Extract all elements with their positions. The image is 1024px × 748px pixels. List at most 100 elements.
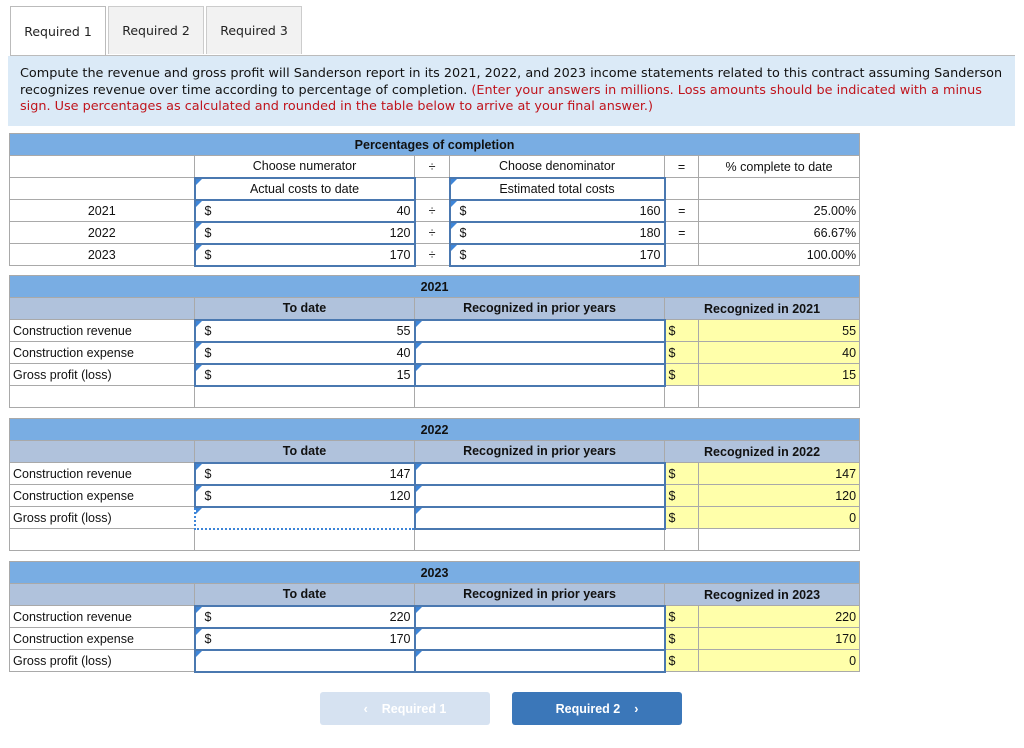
year-2021-table: 2021 To date Recognized in prior years R… bbox=[8, 275, 861, 408]
year-heading: 2021 bbox=[8, 275, 861, 298]
denominator-select[interactable]: Estimated total costs bbox=[448, 176, 666, 201]
completion-row: 2021 $40 ÷ $160 = 25.00% bbox=[9, 198, 861, 223]
currency-symbol: $ bbox=[459, 225, 467, 240]
denominator-input[interactable]: $170 bbox=[448, 242, 666, 267]
currency-symbol: $ bbox=[459, 203, 467, 218]
result-header: % complete to date bbox=[697, 155, 861, 178]
current-value: 0 bbox=[697, 506, 861, 529]
currency-symbol: $ bbox=[664, 649, 699, 672]
to-date-input-focused[interactable] bbox=[193, 505, 416, 530]
percent-complete: 100.00% bbox=[697, 243, 861, 266]
tab-required-3[interactable]: Required 3 bbox=[206, 6, 302, 54]
currency-symbol: $ bbox=[664, 363, 699, 386]
row-label: Construction revenue bbox=[9, 319, 195, 342]
denominator-input[interactable]: $180 bbox=[448, 220, 666, 245]
currency-symbol: $ bbox=[664, 506, 699, 529]
col-to-date: To date bbox=[194, 297, 415, 320]
to-date-input[interactable]: $220 bbox=[193, 604, 416, 629]
next-required-2-button[interactable]: Required 2 › bbox=[512, 692, 682, 725]
divide-symbol: ÷ bbox=[414, 221, 450, 244]
prior-input[interactable] bbox=[413, 318, 666, 343]
year-2022-table: 2022 To date Recognized in prior years R… bbox=[8, 418, 861, 551]
prior-input[interactable] bbox=[413, 604, 666, 629]
table-row: Gross profit (loss) $ 0 bbox=[9, 505, 861, 530]
table-row: Construction expense $120 $ 120 bbox=[9, 483, 861, 508]
currency-symbol: $ bbox=[204, 225, 212, 240]
row-label: Construction revenue bbox=[9, 605, 195, 628]
prior-input[interactable] bbox=[413, 505, 666, 530]
numerator-input[interactable]: $120 bbox=[193, 220, 416, 245]
year-heading: 2022 bbox=[8, 418, 861, 441]
row-label: Construction expense bbox=[9, 341, 195, 364]
divide-symbol: ÷ bbox=[414, 243, 450, 266]
prior-input[interactable] bbox=[413, 461, 666, 486]
chevron-right-icon: › bbox=[634, 701, 639, 716]
prior-input[interactable] bbox=[413, 648, 666, 673]
to-date-input[interactable]: $170 bbox=[193, 626, 416, 651]
completion-table: Percentages of completion Choose numerat… bbox=[8, 133, 861, 267]
numerator-header: Choose numerator bbox=[194, 155, 415, 178]
col-prior: Recognized in prior years bbox=[414, 297, 665, 320]
row-label: Gross profit (loss) bbox=[9, 363, 195, 386]
currency-symbol: $ bbox=[664, 627, 699, 650]
equals-symbol bbox=[664, 243, 699, 266]
year-label: 2023 bbox=[9, 243, 195, 266]
row-label: Construction expense bbox=[9, 627, 195, 650]
currency-symbol: $ bbox=[204, 247, 212, 262]
divide-symbol: ÷ bbox=[414, 199, 450, 222]
equals-symbol: = bbox=[664, 199, 699, 222]
current-value: 147 bbox=[697, 462, 861, 485]
col-prior: Recognized in prior years bbox=[414, 440, 665, 463]
col-current: Recognized in 2022 bbox=[663, 440, 861, 463]
percent-complete: 25.00% bbox=[697, 199, 861, 222]
row-label: Construction expense bbox=[9, 484, 195, 507]
year-2023-table: 2023 To date Recognized in prior years R… bbox=[8, 561, 861, 673]
tab-required-2[interactable]: Required 2 bbox=[108, 6, 204, 54]
divide-symbol: ÷ bbox=[414, 155, 450, 178]
to-date-input[interactable]: $147 bbox=[193, 461, 416, 486]
tab-required-1[interactable]: Required 1 bbox=[10, 6, 106, 56]
table-row: Construction expense $40 $ 40 bbox=[9, 340, 861, 365]
table-row: Gross profit (loss) $ 0 bbox=[9, 648, 861, 673]
completion-row: 2023 $170 ÷ $170 100.00% bbox=[9, 242, 861, 267]
completion-row: 2022 $120 ÷ $180 = 66.67% bbox=[9, 220, 861, 245]
currency-symbol: $ bbox=[664, 605, 699, 628]
prior-input[interactable] bbox=[413, 340, 666, 365]
currency-symbol: $ bbox=[459, 247, 467, 262]
equals-symbol: = bbox=[664, 221, 699, 244]
table-row: Construction revenue $147 $ 147 bbox=[9, 461, 861, 486]
numerator-input[interactable]: $170 bbox=[193, 242, 416, 267]
col-to-date: To date bbox=[194, 440, 415, 463]
table-row: Construction revenue $55 $ 55 bbox=[9, 318, 861, 343]
currency-symbol: $ bbox=[664, 484, 699, 507]
to-date-input[interactable]: $15 bbox=[193, 362, 416, 387]
to-date-input[interactable] bbox=[193, 648, 416, 673]
prior-input[interactable] bbox=[413, 483, 666, 508]
year-label: 2021 bbox=[9, 199, 195, 222]
to-date-input[interactable]: $40 bbox=[193, 340, 416, 365]
table-row: Gross profit (loss) $15 $ 15 bbox=[9, 362, 861, 387]
current-value: 0 bbox=[697, 649, 861, 672]
numerator-select[interactable]: Actual costs to date bbox=[193, 176, 416, 201]
col-current: Recognized in 2023 bbox=[663, 583, 861, 606]
instructions-box: Compute the revenue and gross profit wil… bbox=[8, 56, 1015, 126]
year-heading: 2023 bbox=[8, 561, 861, 584]
table-row: Construction expense $170 $ 170 bbox=[9, 626, 861, 651]
table-row: Construction revenue $220 $ 220 bbox=[9, 604, 861, 629]
prior-input[interactable] bbox=[413, 626, 666, 651]
currency-symbol: $ bbox=[204, 203, 212, 218]
to-date-input[interactable]: $120 bbox=[193, 483, 416, 508]
prev-required-1-button[interactable]: ‹ Required 1 bbox=[320, 692, 490, 725]
to-date-input[interactable]: $55 bbox=[193, 318, 416, 343]
current-value: 15 bbox=[697, 363, 861, 386]
percent-complete: 66.67% bbox=[697, 221, 861, 244]
denominator-input[interactable]: $160 bbox=[448, 198, 666, 223]
prior-input[interactable] bbox=[413, 362, 666, 387]
col-prior: Recognized in prior years bbox=[414, 583, 665, 606]
numerator-input[interactable]: $40 bbox=[193, 198, 416, 223]
current-value: 170 bbox=[697, 627, 861, 650]
currency-symbol: $ bbox=[664, 319, 699, 342]
equals-symbol: = bbox=[664, 155, 699, 178]
row-label: Gross profit (loss) bbox=[9, 506, 195, 529]
current-value: 220 bbox=[697, 605, 861, 628]
